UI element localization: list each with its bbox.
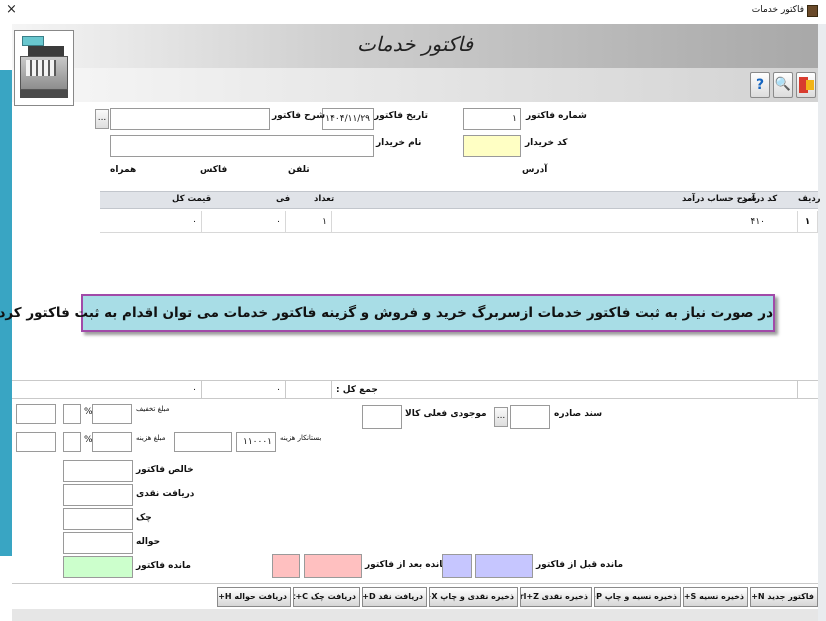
balance-before-field xyxy=(475,554,533,578)
draft-label: حواله xyxy=(136,537,161,547)
discount-extra-field[interactable] xyxy=(16,404,56,424)
app-icon xyxy=(807,5,818,17)
status-bar xyxy=(12,609,818,621)
balance-after-label: مانده بعد از فاکتور xyxy=(365,560,449,570)
save-cash-print-button[interactable]: ذخیره نقدی و چاپ Ctrl+X xyxy=(429,587,518,607)
window-title: فاکتور خدمات xyxy=(751,5,804,15)
creditor-label: بستانکار هزینه xyxy=(280,434,322,442)
header-row: ردیف xyxy=(798,194,821,204)
divider xyxy=(12,583,818,584)
expense-account-field[interactable] xyxy=(174,432,232,452)
cell-row-number: ۱ xyxy=(798,211,818,233)
scrollbar[interactable] xyxy=(818,24,826,621)
invoice-balance-label: مانده فاکتور xyxy=(136,561,191,571)
total-qty-sum xyxy=(286,380,332,399)
title-bar: فاکتور خدمات × xyxy=(0,0,826,24)
expense-percent-sign: % xyxy=(84,435,93,445)
receive-draft-button[interactable]: دریافت حواله Alt+H xyxy=(217,587,291,607)
balance-after-small-field xyxy=(272,554,300,578)
stock-label: موجودی فعلی کالا xyxy=(405,409,487,419)
save-credit-button[interactable]: ذخیره نسیه Ctrl+S xyxy=(683,587,748,607)
close-icon[interactable]: × xyxy=(6,2,17,17)
discount-amount-field[interactable] xyxy=(92,404,132,424)
cell-income-code[interactable]: ۴۱۰ xyxy=(332,211,798,233)
stock-field xyxy=(362,405,402,429)
total-price-sum: ۰ xyxy=(100,380,202,399)
invoice-balance-field xyxy=(63,556,133,578)
new-invoice-button[interactable]: فاکتور جدید Ctrl+N xyxy=(750,587,818,607)
cell-unit-price[interactable]: ۰ xyxy=(202,211,286,233)
cell-qty[interactable]: ۱ xyxy=(286,211,332,233)
balance-before-small-field xyxy=(442,554,472,578)
draft-field[interactable] xyxy=(63,532,133,554)
register-drawer xyxy=(20,90,68,98)
issued-doc-browse-button[interactable]: ... xyxy=(494,407,508,427)
toolbar xyxy=(12,68,818,102)
invoice-desc-field[interactable] xyxy=(110,108,270,130)
save-credit-print-button[interactable]: ذخیره نسیه و چاپ Ctrl+P xyxy=(594,587,681,607)
header-total-price: قیمت کل xyxy=(172,194,212,204)
balance-before-label: مانده قبل از فاکتور xyxy=(536,560,624,570)
net-invoice-field xyxy=(63,460,133,482)
buyer-code-label: کد خریدار xyxy=(525,138,568,148)
discount-percent-sign: % xyxy=(84,407,93,417)
issued-doc-field[interactable] xyxy=(510,405,550,429)
invoice-desc-browse-button[interactable]: ... xyxy=(95,109,109,129)
invoice-date-field[interactable]: ۱۴۰۴/۱۱/۲۹ xyxy=(322,108,374,130)
help-icon[interactable]: ? xyxy=(750,72,770,98)
search-icon[interactable]: 🔍 xyxy=(773,72,793,98)
expense-label: مبلغ هزینه xyxy=(136,434,166,442)
header-qty: تعداد xyxy=(314,194,335,204)
issued-doc-label: سند صادره xyxy=(554,409,603,419)
receive-cash-button[interactable]: دریافت نقد Alt+D xyxy=(362,587,427,607)
form-title: فاکتور خدمات xyxy=(356,32,474,56)
net-invoice-label: خالص فاکتور xyxy=(136,465,194,475)
cash-received-field[interactable] xyxy=(63,484,133,506)
info-banner: در صورت نیاز به ثبت فاکتور خدمات ازسربرگ… xyxy=(0,294,775,332)
header-unit-price: فی xyxy=(276,194,291,204)
register-keys xyxy=(26,60,56,76)
total-label: جمع کل : xyxy=(332,380,798,399)
header-income-desc: شرح حساب درآمد xyxy=(682,194,757,204)
receive-cheque-button[interactable]: دریافت چک Alt+C xyxy=(293,587,360,607)
form-header: فاکتور خدمات xyxy=(12,24,818,68)
discount-label: مبلغ تخفیف xyxy=(136,405,170,413)
expense-percent-field[interactable] xyxy=(63,432,81,452)
address-label: آدرس xyxy=(522,165,548,175)
invoice-number-field[interactable]: ۱ xyxy=(463,108,521,130)
invoice-date-label: تاریخ فاکتور xyxy=(374,111,428,121)
expense-amount-field[interactable] xyxy=(92,432,132,452)
register-receipt xyxy=(22,36,44,46)
buyer-code-field[interactable] xyxy=(463,135,521,157)
mobile-label: همراه xyxy=(110,165,137,175)
invoice-desc-label: شرح فاکتور xyxy=(272,111,326,121)
total-unit-price-sum: ۰ xyxy=(202,380,286,399)
discount-percent-field[interactable] xyxy=(63,404,81,424)
phone-label: تلفن xyxy=(288,165,310,175)
balance-after-field xyxy=(304,554,362,578)
cheque-label: چک xyxy=(136,513,152,523)
save-cash-button[interactable]: ذخیره نقدی Ctrl+Z xyxy=(520,587,592,607)
exit-arrow-shape xyxy=(806,80,814,90)
creditor-field[interactable]: ۱۱۰۰۰۱ xyxy=(236,432,276,452)
register-screen xyxy=(28,46,64,56)
cheque-field[interactable] xyxy=(63,508,133,530)
cash-received-label: دریافت نقدی xyxy=(136,489,195,499)
buyer-name-field[interactable] xyxy=(110,135,374,157)
cell-total-price[interactable]: ۰ xyxy=(100,211,202,233)
fax-label: فاکس xyxy=(200,165,228,175)
expense-extra-field[interactable] xyxy=(16,432,56,452)
grid-header: ردیف کد درآمد شرح حساب درآمد تعداد فی قی… xyxy=(100,191,821,209)
invoice-number-label: شماره فاکتور xyxy=(526,111,587,121)
buyer-name-label: نام خریدار xyxy=(376,138,422,148)
